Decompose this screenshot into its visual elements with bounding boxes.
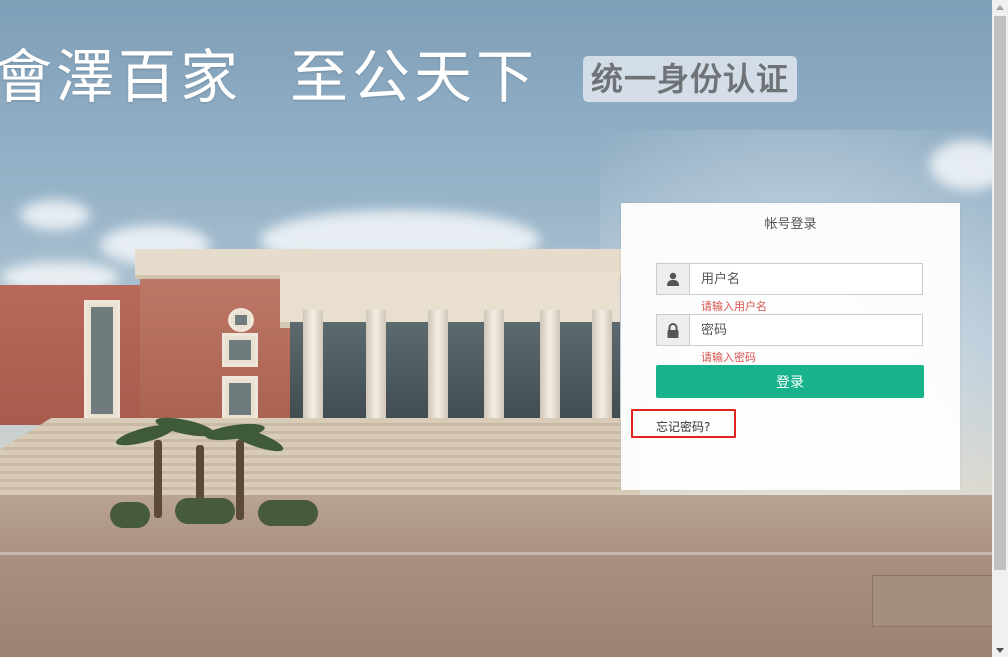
lock-icon	[657, 315, 690, 345]
forgot-password-link[interactable]: 忘记密码?	[656, 418, 710, 435]
username-group	[656, 263, 923, 295]
username-input[interactable]	[690, 264, 922, 294]
banner-badge: 统一身份认证	[583, 56, 798, 102]
scrollbar-thumb[interactable]	[994, 16, 1006, 570]
forgot-password-highlight: 忘记密码?	[631, 409, 736, 438]
scroll-down-arrow-icon[interactable]	[992, 643, 1008, 657]
login-title: 帐号登录	[764, 217, 817, 232]
username-hint: 请输入用户名	[701, 300, 767, 313]
password-hint: 请输入密码	[701, 351, 756, 364]
banner-slogan-part2: 至公天下	[290, 43, 539, 111]
user-icon	[657, 264, 690, 294]
banner-slogan-part1: 會澤百家	[0, 43, 243, 111]
banner-slogan: 會澤百家 至公天下	[0, 30, 538, 114]
login-panel: 帐号登录 请输入用户名 请输入密码 登录 忘记密码?	[621, 203, 960, 490]
scroll-up-arrow-icon[interactable]	[992, 0, 1008, 14]
vertical-scrollbar[interactable]	[992, 0, 1008, 657]
login-button[interactable]: 登录	[656, 365, 924, 398]
password-group	[656, 314, 923, 346]
password-input[interactable]	[690, 315, 922, 345]
